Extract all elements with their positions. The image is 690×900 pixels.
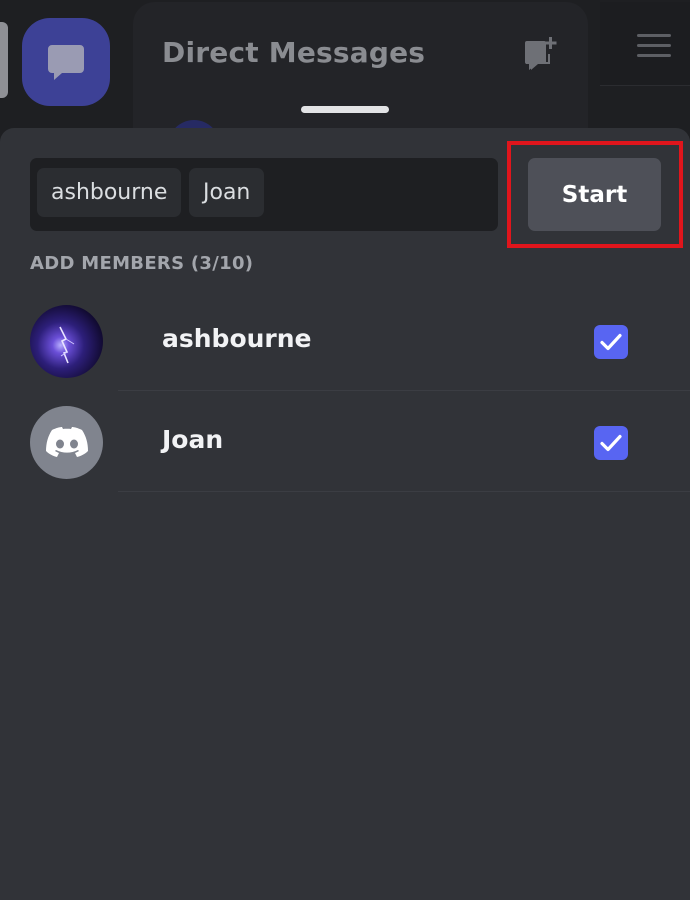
member-checkbox[interactable] — [594, 325, 628, 359]
member-name: ashbourne — [162, 324, 312, 353]
row-divider — [118, 491, 690, 492]
sheet-grab-handle[interactable] — [301, 106, 389, 113]
avatar — [30, 305, 103, 378]
avatar — [30, 406, 103, 479]
member-row[interactable]: ashbourne — [0, 290, 690, 391]
checkmark-icon — [600, 434, 622, 452]
hamburger-menu-icon[interactable] — [637, 34, 671, 58]
selected-server-indicator — [0, 22, 8, 98]
add-members-header: ADD MEMBERS (3/10) — [30, 253, 254, 274]
dm-panel-title: Direct Messages — [162, 36, 426, 69]
member-checkbox[interactable] — [594, 426, 628, 460]
selected-member-chip[interactable]: Joan — [189, 168, 265, 217]
member-name: Joan — [162, 425, 224, 454]
member-search-input[interactable]: ashbourne Joan — [30, 158, 498, 231]
member-row[interactable]: Joan — [0, 391, 690, 492]
start-button[interactable]: Start — [528, 158, 661, 231]
lightning-image — [59, 326, 75, 364]
direct-messages-server-button[interactable] — [22, 18, 110, 106]
selected-member-chip[interactable]: ashbourne — [37, 168, 182, 217]
new-group-dm-sheet: ashbourne Joan Start ADD MEMBERS (3/10) … — [0, 128, 690, 900]
checkmark-icon — [600, 333, 622, 351]
discord-logo-icon — [45, 426, 88, 457]
screen: Direct Messages ashbourne Joan Start ADD… — [0, 0, 690, 900]
new-message-icon[interactable] — [522, 36, 558, 72]
chat-bubble-icon — [48, 45, 84, 80]
